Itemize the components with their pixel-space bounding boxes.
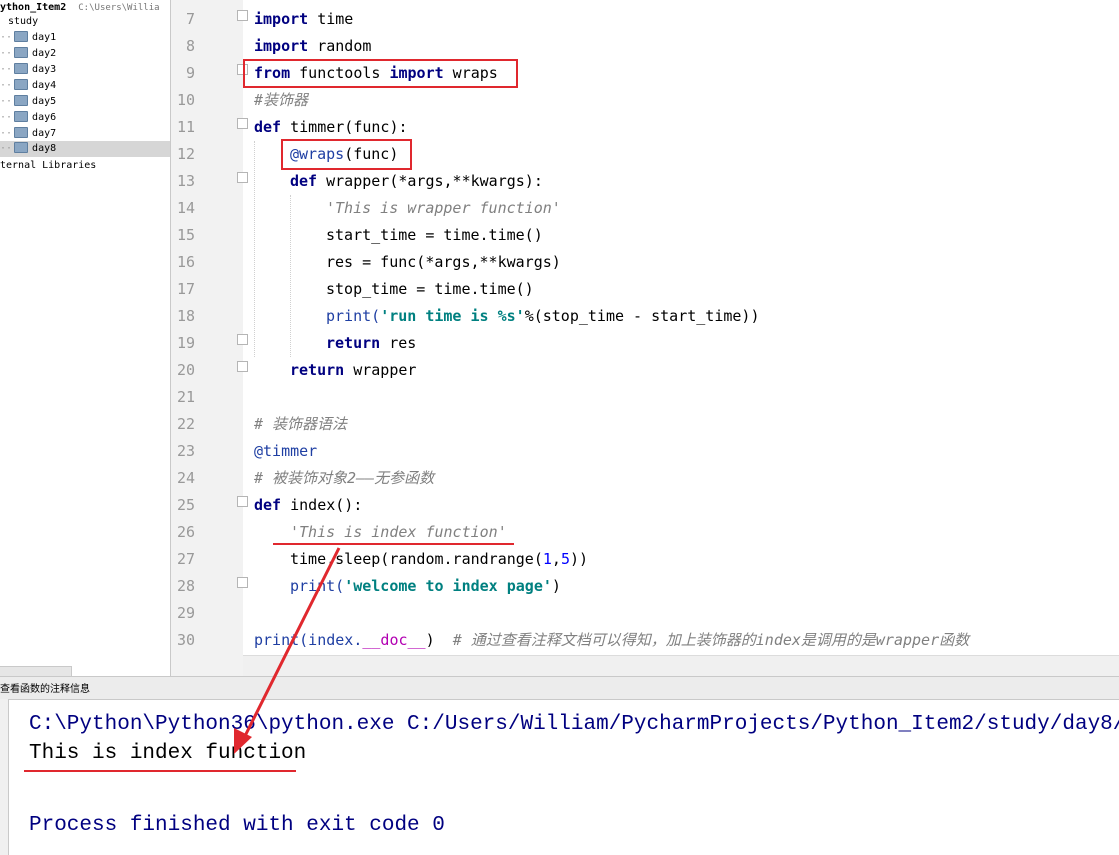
tree-item-day3[interactable]: ·· day3: [0, 62, 56, 78]
line-number: 20: [176, 361, 195, 379]
code-line-7: import time: [254, 10, 354, 28]
fold-marker-icon[interactable]: [237, 577, 248, 588]
fold-marker-icon[interactable]: [237, 10, 248, 21]
line-number: 27: [176, 550, 195, 568]
line-number: 8: [185, 37, 195, 55]
line-number: 22: [176, 415, 195, 433]
folder-icon: [14, 110, 29, 122]
line-number: 25: [176, 496, 195, 514]
console-command-line: C:\Python\Python36\python.exe C:/Users/W…: [29, 713, 1119, 736]
annotation-box-wraps: [281, 139, 412, 170]
fold-marker-icon[interactable]: [237, 361, 248, 372]
tree-item-day7[interactable]: ·· day7: [0, 126, 56, 142]
line-number: 21: [176, 388, 195, 406]
project-root-name: ython_Item2: [0, 2, 67, 13]
fold-marker-icon[interactable]: [237, 118, 248, 129]
code-line-14: 'This is wrapper function': [326, 199, 561, 217]
code-line-27: time.sleep(random.randrange(1,5)): [290, 550, 589, 568]
indent-guide: [290, 195, 291, 357]
line-number: 23: [176, 442, 195, 460]
tree-item-day8[interactable]: ·· day8: [0, 141, 170, 157]
tree-item-label: day4: [32, 80, 57, 91]
tree-item-day6[interactable]: ·· day6: [0, 110, 56, 126]
code-line-10: #装饰器: [254, 91, 309, 109]
line-number: 26: [176, 523, 195, 541]
code-line-28: print('welcome to index page'): [290, 577, 561, 595]
tree-item-label: day5: [32, 96, 57, 107]
folder-icon: [14, 126, 29, 138]
folder-icon: [14, 46, 29, 58]
line-number: 15: [176, 226, 195, 244]
tree-item-study[interactable]: study: [8, 14, 38, 30]
code-line-13: def wrapper(*args,**kwargs):: [290, 172, 543, 190]
indent-guide: [254, 141, 255, 357]
tree-item-external-libraries[interactable]: ternal Libraries: [0, 158, 96, 174]
line-number: 11: [176, 118, 195, 136]
project-tree-panel: ython_Item2 C:\Users\Willia study ·· day1…: [0, 0, 171, 676]
tree-item-label: day6: [32, 112, 57, 123]
tree-item-label: day1: [32, 32, 57, 43]
console-output-line: This is index function: [29, 742, 307, 765]
annotation-underline-doc: [273, 543, 514, 545]
tree-item-label: day8: [32, 143, 57, 154]
project-root-path: C:\Users\Willia: [78, 3, 160, 13]
tree-item-label: day2: [32, 48, 57, 59]
tree-item-day2[interactable]: ·· day2: [0, 46, 56, 62]
annotation-underline-output: [24, 770, 296, 772]
annotation-box-import: [243, 59, 518, 88]
line-number: 19: [176, 334, 195, 352]
console-toolbar: [0, 699, 9, 855]
tree-item-day1[interactable]: ·· day1: [0, 30, 56, 46]
code-line-17: stop_time = time.time(): [326, 280, 534, 298]
editor-horizontal-scrollbar[interactable]: [243, 655, 1119, 677]
tree-item-label: day3: [32, 64, 57, 75]
code-line-22: # 装饰器语法: [254, 415, 348, 433]
tree-item-day4[interactable]: ·· day4: [0, 78, 56, 94]
line-number: 12: [176, 145, 195, 163]
folder-icon: [14, 94, 29, 106]
line-number: 10: [176, 91, 195, 109]
code-line-16: res = func(*args,**kwargs): [326, 253, 561, 271]
run-panel-header: [0, 676, 1119, 700]
code-line-18: print('run time is %s'%(stop_time - star…: [326, 307, 760, 325]
tree-item-label: study: [8, 16, 39, 27]
folder-icon: [14, 141, 29, 153]
line-number: 30: [176, 631, 195, 649]
line-number: 7: [185, 10, 195, 28]
code-line-26: 'This is index function': [290, 523, 507, 541]
fold-marker-icon[interactable]: [237, 334, 248, 345]
folder-icon: [14, 78, 29, 90]
console-exit-line: Process finished with exit code 0: [29, 814, 445, 837]
line-number: 17: [176, 280, 195, 298]
line-number: 28: [176, 577, 195, 595]
code-line-15: start_time = time.time(): [326, 226, 543, 244]
code-line-25: def index():: [254, 496, 363, 514]
line-number: 14: [176, 199, 195, 217]
fold-marker-icon[interactable]: [237, 172, 248, 183]
tree-item-day5[interactable]: ·· day5: [0, 94, 56, 110]
line-number: 18: [176, 307, 195, 325]
code-line-19: return res: [326, 334, 417, 352]
line-number: 29: [176, 604, 195, 622]
line-number: 16: [176, 253, 195, 271]
folder-icon: [14, 62, 29, 74]
code-line-20: return wrapper: [290, 361, 417, 379]
code-line-30: print(index.__doc__) # 通过查看注释文档可以得知，加上装饰…: [254, 631, 970, 649]
code-line-23: @timmer: [254, 442, 318, 460]
run-tab-label[interactable]: 查看函数的注释信息: [0, 680, 90, 695]
tree-item-label: day7: [32, 128, 57, 139]
tree-item-label: ternal Libraries: [0, 160, 97, 171]
code-line-24: # 被装饰对象2——无参函数: [254, 469, 435, 487]
code-line-11: def timmer(func):: [254, 118, 408, 136]
code-line-8: import random: [254, 37, 372, 55]
folder-icon: [14, 30, 29, 42]
line-number: 24: [176, 469, 195, 487]
fold-marker-icon[interactable]: [237, 496, 248, 507]
line-number: 9: [185, 64, 195, 82]
line-number: 13: [176, 172, 195, 190]
